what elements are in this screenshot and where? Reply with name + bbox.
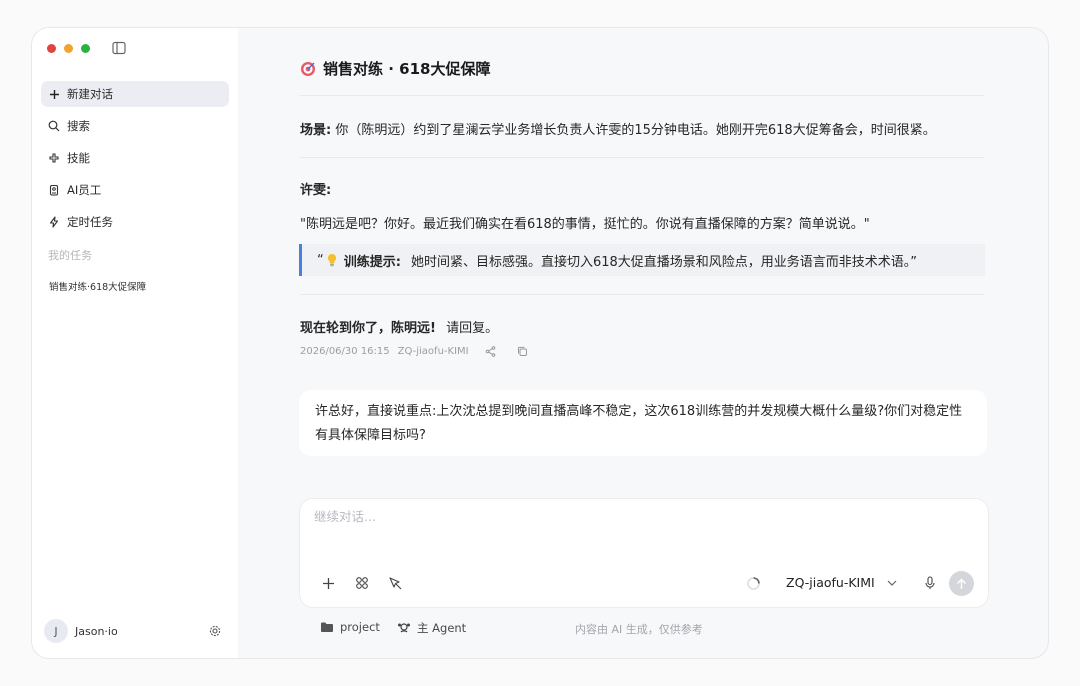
message-timestamp: 2026/06/30 16:15 — [300, 346, 390, 357]
speaker-name: 许雯: — [300, 183, 332, 198]
copy-icon[interactable] — [517, 346, 528, 357]
chevron-down-icon — [887, 580, 897, 586]
project-selector[interactable]: project — [320, 620, 380, 634]
message-meta: 2026/06/30 16:15 ZQ-jiaofu-KIMI — [300, 346, 528, 357]
sidebar-item-label: 搜索 — [67, 119, 90, 133]
apps-button[interactable] — [354, 575, 370, 591]
loading-spinner — [745, 575, 761, 591]
sidebar: 新建对话 搜索 技能 AI员工 定时任务 我的任务 销售对练·618大促保障 J… — [32, 28, 238, 658]
sidebar-item-label: AI员工 — [67, 183, 102, 197]
message-model-tag: ZQ-jiaofu-KIMI — [397, 346, 469, 357]
sidebar-toggle-icon[interactable] — [112, 41, 126, 55]
hint-label: 训练提示: — [343, 254, 401, 270]
avatar: J — [44, 619, 68, 643]
search-icon — [48, 120, 60, 132]
lightbulb-icon — [327, 253, 336, 267]
sidebar-item-new-chat[interactable]: 新建对话 — [41, 81, 229, 107]
user-name: Jason·io — [75, 624, 118, 638]
chat-input[interactable] — [314, 509, 814, 524]
project-label: project — [340, 620, 380, 634]
speaker-quote: "陈明远是吧？你好。最近我们确实在看618的事情，挺忙的。你说有直播保障的方案？… — [300, 217, 870, 232]
page-title: 销售对练 · 618大促保障 — [323, 60, 491, 78]
scene-line: 场景: 你（陈明远）约到了星澜云学业务增长负责人许雯的15分钟电话。她刚开完61… — [300, 119, 936, 138]
target-icon — [301, 61, 315, 76]
hint-text: 她时间紧、目标感强。直接切入618大促直播场景和风险点，用业务语言而非技术术语。… — [410, 254, 918, 270]
turn-prompt: 现在轮到你了，陈明远! 请回复。 — [300, 317, 498, 336]
my-tasks-heading: 我的任务 — [48, 249, 92, 262]
maximize-window-button[interactable] — [81, 44, 90, 53]
turn-text: 请回复。 — [446, 321, 499, 336]
microphone-icon — [925, 576, 935, 589]
hint-open-quote: “ — [317, 252, 324, 268]
arrow-up-icon — [957, 578, 966, 589]
magic-wand-icon — [388, 576, 401, 589]
spinner-icon — [746, 576, 760, 590]
plus-icon — [322, 577, 334, 589]
chat-header: 销售对练 · 618大促保障 — [300, 58, 490, 79]
voice-input-button[interactable] — [922, 575, 938, 591]
share-icon[interactable] — [485, 346, 496, 357]
gear-icon[interactable] — [209, 625, 221, 637]
sidebar-item-ai-employee[interactable]: AI员工 — [41, 177, 229, 203]
close-window-button[interactable] — [47, 44, 56, 53]
task-item[interactable]: 销售对练·618大促保障 — [49, 279, 146, 293]
plus-icon — [48, 88, 60, 100]
model-name: ZQ-jiaofu-KIMI — [786, 575, 875, 590]
skills-icon — [48, 152, 60, 164]
add-attachment-button[interactable] — [320, 575, 336, 591]
composer: ZQ-jiaofu-KIMI — [299, 498, 989, 608]
scene-label: 场景: — [300, 123, 332, 138]
sidebar-item-label: 定时任务 — [67, 215, 113, 229]
sidebar-item-search[interactable]: 搜索 — [41, 113, 229, 139]
training-hint: “ 训练提示: 她时间紧、目标感强。直接切入618大促直播场景和风险点，用业务语… — [299, 244, 985, 276]
app-window: 新建对话 搜索 技能 AI员工 定时任务 我的任务 销售对练·618大促保障 J… — [31, 27, 1049, 659]
grid-icon — [356, 577, 368, 589]
sidebar-item-scheduled-tasks[interactable]: 定时任务 — [41, 209, 229, 235]
sidebar-item-skills[interactable]: 技能 — [41, 145, 229, 171]
sidebar-item-label: 技能 — [67, 151, 90, 165]
chat-area: 销售对练 · 618大促保障 场景: 你（陈明远）约到了星澜云学业务增长负责人许… — [238, 28, 1048, 658]
scene-text: 你（陈明远）约到了星澜云学业务增长负责人许雯的15分钟电话。她刚开完618大促筹… — [335, 123, 936, 138]
speaker-line: 许雯: — [300, 179, 331, 198]
sidebar-item-label: 新建对话 — [67, 87, 113, 101]
ai-employee-icon — [48, 184, 60, 196]
lightning-icon — [48, 216, 60, 228]
agent-icon — [398, 623, 410, 633]
minimize-window-button[interactable] — [64, 44, 73, 53]
magic-button[interactable] — [387, 575, 403, 591]
ai-disclaimer: 内容由 AI 生成，仅供参考 — [575, 623, 703, 636]
turn-bold: 现在轮到你了，陈明远! — [300, 321, 436, 336]
user-message-bubble: 许总好，直接说重点:上次沈总提到晚间直播高峰不稳定，这次618训练营的并发规模大… — [299, 390, 987, 456]
model-selector[interactable]: ZQ-jiaofu-KIMI — [786, 575, 897, 590]
window-controls — [47, 44, 90, 53]
agent-label: 主 Agent — [417, 621, 467, 635]
divider — [300, 294, 984, 295]
sidebar-nav: 新建对话 搜索 技能 AI员工 定时任务 — [41, 81, 229, 241]
send-button[interactable] — [949, 571, 974, 596]
divider — [300, 157, 984, 158]
user-profile[interactable]: J Jason·io — [44, 619, 118, 643]
divider — [300, 95, 984, 96]
folder-icon — [321, 622, 333, 632]
agent-selector[interactable]: 主 Agent — [397, 620, 466, 636]
